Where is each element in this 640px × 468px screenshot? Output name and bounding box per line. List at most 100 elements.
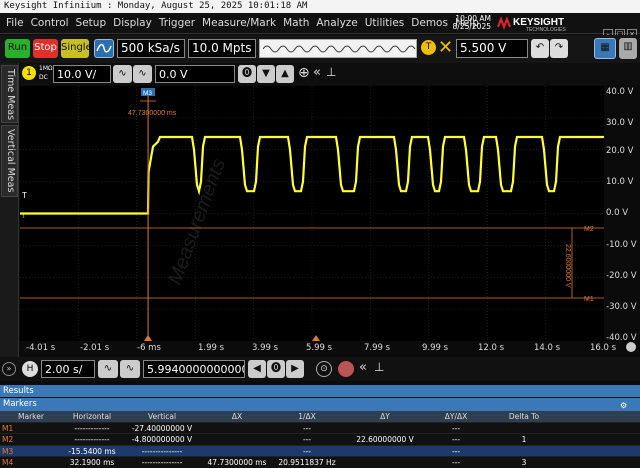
tab-vertical-meas-label: Vertical Meas [5, 129, 16, 193]
window-title: Keysight Infiniium : Monday, August 25, … [0, 0, 640, 13]
cell-horizontal: ------------- [74, 423, 110, 433]
cell-horizontal: -15.5400 ms [68, 446, 116, 456]
cell-dydx: --- [451, 435, 461, 444]
stop-button[interactable]: Stop [33, 39, 58, 58]
vertical-scroll-knob-icon[interactable] [626, 342, 636, 352]
cell-dy [342, 423, 428, 434]
cell-marker: M1 [2, 423, 14, 433]
cell-dx [202, 434, 272, 445]
tab-layout-icon[interactable]: ▥ [619, 38, 637, 59]
autoscale-icon[interactable] [94, 39, 114, 58]
waveform-overview[interactable] [259, 39, 417, 58]
position-left-icon[interactable]: ◀ [248, 360, 266, 378]
trigger-level-field[interactable]: 5.500 V [456, 39, 528, 58]
h-pin-icon[interactable]: ⊥ [374, 360, 384, 374]
record-icon[interactable] [338, 361, 354, 377]
scope-grid[interactable]: Measurements T ₁ M3 47.7300000 ms 22.600… [20, 86, 604, 341]
menu-trigger[interactable]: Trigger [159, 17, 195, 29]
run-button[interactable]: Run [5, 39, 30, 58]
menu-setup[interactable]: Setup [76, 17, 107, 29]
waveform-display[interactable]: Measurements T ₁ M3 47.7300000 ms 22.600… [20, 86, 604, 341]
coupling-mode: DC [39, 74, 48, 81]
cell-inv-dx: --- [302, 423, 312, 433]
menu-control[interactable]: Control [31, 17, 69, 29]
marker-m3-label: M3 [143, 90, 152, 97]
layout-icon[interactable]: ▦ [594, 38, 616, 59]
scale-up-icon[interactable]: ∿ [133, 65, 152, 83]
memory-depth-field[interactable]: 10.0 Mpts [188, 39, 256, 58]
sample-rate-field[interactable]: 500 kSa/s [117, 39, 185, 58]
y-tick-label: -40.0 V [606, 333, 637, 343]
add-icon[interactable]: ⊕ [298, 65, 310, 81]
results-header[interactable]: Results [0, 385, 640, 397]
table-row[interactable]: M4 32.1900 ms --------------- 47.7300000… [0, 457, 640, 468]
h-scale-up-icon[interactable]: ∿ [120, 360, 140, 378]
cell-marker: M2 [2, 435, 14, 444]
menu-math[interactable]: Math [283, 17, 309, 29]
redo-icon[interactable]: ↷ [550, 39, 568, 58]
menu-utilities[interactable]: Utilities [365, 17, 405, 29]
collapse-icon[interactable]: « [313, 65, 321, 80]
marker-m1-label: M1 [584, 296, 594, 303]
x-tick-label: -2.01 s [80, 343, 110, 353]
menu-display[interactable]: Display [113, 17, 152, 29]
markers-title: Markers [3, 399, 37, 409]
toolbar: Run Stop Single 500 kSa/s 10.0 Mpts T ✕ … [0, 35, 640, 63]
offset-down-icon[interactable]: ▼ [257, 65, 275, 83]
horizontal-button[interactable]: H [22, 361, 38, 377]
pin-icon[interactable]: ⊥ [326, 65, 336, 79]
table-row[interactable]: M3 -15.5400 ms --------------- --- --- [0, 445, 640, 457]
menu-analyze[interactable]: Analyze [316, 17, 357, 29]
undo-icon[interactable]: ↶ [531, 39, 549, 58]
cell-marker: M4 [2, 458, 14, 467]
horizontal-scale-field[interactable]: 2.00 s/ [41, 360, 95, 378]
horizontal-position-field[interactable]: 5.9940000000000 s [143, 360, 245, 378]
tab-vertical-meas[interactable]: Vertical Meas [1, 125, 18, 197]
table-row[interactable]: M2 ------------- -4.800000000 V --- 22.6… [0, 434, 640, 446]
position-zero-icon[interactable]: ⓿ [267, 360, 285, 378]
menu-measure-mark[interactable]: Measure/Mark [202, 17, 276, 29]
keysight-logo: KEYSIGHT TECHNOLOGIES [497, 16, 566, 33]
coupling-indicator[interactable]: 1MΩ DC [39, 64, 53, 82]
markers-table: Marker Horizontal Vertical ΔX 1/ΔX ΔY ΔY… [0, 411, 640, 468]
cell-dy: 22.60000000 V [356, 435, 414, 444]
single-button[interactable]: Single [61, 39, 92, 58]
x-tick-label: 7.99 s [364, 343, 391, 353]
channel-1-button[interactable]: 1 [22, 66, 36, 80]
cell-delta-to [484, 423, 564, 434]
cell-dydx: --- [451, 446, 461, 456]
x-tick-label: 9.99 s [422, 343, 449, 353]
column-header: Delta To [508, 412, 540, 421]
cell-delta-to: 1 [521, 435, 527, 444]
clock: 10:00 AM 8/25/2025 [437, 15, 491, 31]
zoom-icon[interactable]: ⊙ [316, 361, 332, 377]
position-right-icon[interactable]: ▶ [286, 360, 304, 378]
marker-dx-readout: 47.7300000 ms [128, 110, 177, 117]
cell-inv-dx: --- [302, 435, 312, 444]
h-scale-down-icon[interactable]: ∿ [98, 360, 118, 378]
clock-date: 8/25/2025 [452, 22, 491, 31]
column-header: ΔY/ΔX [444, 412, 468, 421]
vertical-offset-field[interactable]: 0.0 V [155, 65, 235, 83]
h-collapse-icon[interactable]: « [359, 360, 367, 375]
markers-header[interactable]: Markers ⚙ [0, 398, 640, 411]
y-tick-label: 20.0 V [606, 146, 634, 156]
menu-file[interactable]: File [6, 17, 24, 29]
x-tick-label: -4.01 s [26, 343, 56, 353]
tab-time-meas[interactable]: Time Meas [1, 65, 18, 123]
marker-m2-label: M2 [584, 226, 594, 233]
cell-inv-dx: 20.9511837 Hz [278, 458, 336, 467]
offset-up-icon[interactable]: ▲ [276, 65, 294, 83]
h-expand-icon[interactable]: » [2, 362, 16, 376]
table-row[interactable]: M1 ------------- -27.40000000 V --- --- [0, 422, 640, 434]
offset-zero-icon[interactable]: ⓿ [238, 65, 256, 83]
scale-down-icon[interactable]: ∿ [113, 65, 132, 83]
trigger-icon[interactable]: T [421, 40, 436, 55]
cell-dy [342, 457, 428, 468]
column-header: Horizontal [72, 412, 112, 421]
coupling-impedance: 1MΩ [39, 65, 53, 72]
trigger-edge-icon[interactable]: ✕ [438, 39, 453, 57]
y-tick-label: 40.0 V [606, 87, 634, 97]
table-header: Marker Horizontal Vertical ΔX 1/ΔX ΔY ΔY… [0, 411, 640, 423]
vertical-scale-field[interactable]: 10.0 V/ [53, 65, 111, 83]
